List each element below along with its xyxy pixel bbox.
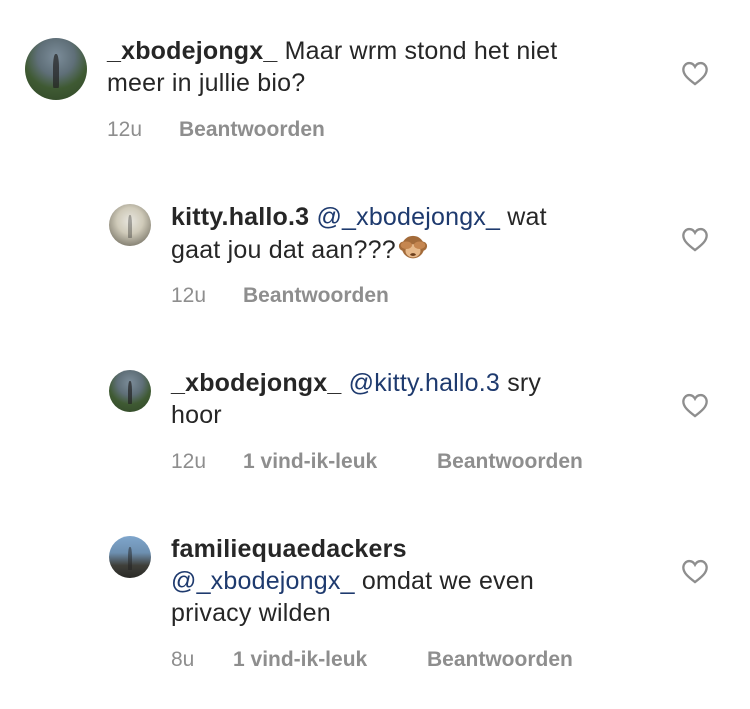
comment-text: familiequaedackers @_xbodejongx_ omdat w… bbox=[171, 533, 671, 629]
comment-body-line2: gaat jou dat aan??? bbox=[171, 236, 396, 264]
comment-body: Maar wrm stond het niet bbox=[284, 37, 558, 65]
heart-icon[interactable] bbox=[681, 60, 709, 86]
comment-body-line2: hoor bbox=[171, 401, 222, 429]
comment-text: _xbodejongx_ @kitty.hallo.3 sry hoor bbox=[171, 367, 671, 431]
timestamp: 12u bbox=[107, 118, 143, 141]
comment-body: wat bbox=[500, 203, 547, 231]
comment-text: kitty.hallo.3 @_xbodejongx_ wat gaat jou… bbox=[171, 201, 671, 266]
comment-text: _xbodejongx_ Maar wrm stond het niet mee… bbox=[107, 35, 667, 99]
reply-button[interactable]: Beantwoorden bbox=[427, 648, 573, 672]
comment-body-line2: privacy wilden bbox=[171, 599, 331, 627]
username[interactable]: kitty.hallo.3 bbox=[171, 203, 309, 231]
likes-count[interactable]: 1 vind-ik-leuk bbox=[243, 450, 377, 474]
see-no-evil-monkey-icon bbox=[398, 235, 427, 259]
mention-link[interactable]: @_xbodejongx_ bbox=[316, 203, 500, 231]
likes-count[interactable]: 1 vind-ik-leuk bbox=[233, 648, 367, 672]
heart-icon[interactable] bbox=[681, 226, 709, 252]
username[interactable]: _xbodejongx_ bbox=[107, 37, 278, 65]
avatar[interactable] bbox=[109, 370, 151, 412]
username[interactable]: familiequaedackers bbox=[171, 535, 407, 563]
mention-link[interactable]: @kitty.hallo.3 bbox=[349, 369, 500, 397]
reply-button[interactable]: Beantwoorden bbox=[437, 450, 583, 474]
heart-icon[interactable] bbox=[681, 558, 709, 584]
heart-icon[interactable] bbox=[681, 392, 709, 418]
timestamp: 12u bbox=[171, 450, 207, 473]
avatar[interactable] bbox=[25, 38, 87, 100]
reply-button[interactable]: Beantwoorden bbox=[243, 284, 389, 308]
comment-body: omdat we even bbox=[354, 567, 534, 595]
mention-link[interactable]: @_xbodejongx_ bbox=[171, 567, 355, 595]
avatar[interactable] bbox=[109, 536, 151, 578]
username[interactable]: _xbodejongx_ bbox=[171, 369, 342, 397]
comment-body-line2: meer in jullie bio? bbox=[107, 69, 306, 97]
comment-body: sry bbox=[500, 369, 542, 397]
avatar[interactable] bbox=[109, 204, 151, 246]
timestamp: 8u bbox=[171, 648, 195, 671]
reply-button[interactable]: Beantwoorden bbox=[179, 118, 325, 142]
timestamp: 12u bbox=[171, 284, 207, 307]
